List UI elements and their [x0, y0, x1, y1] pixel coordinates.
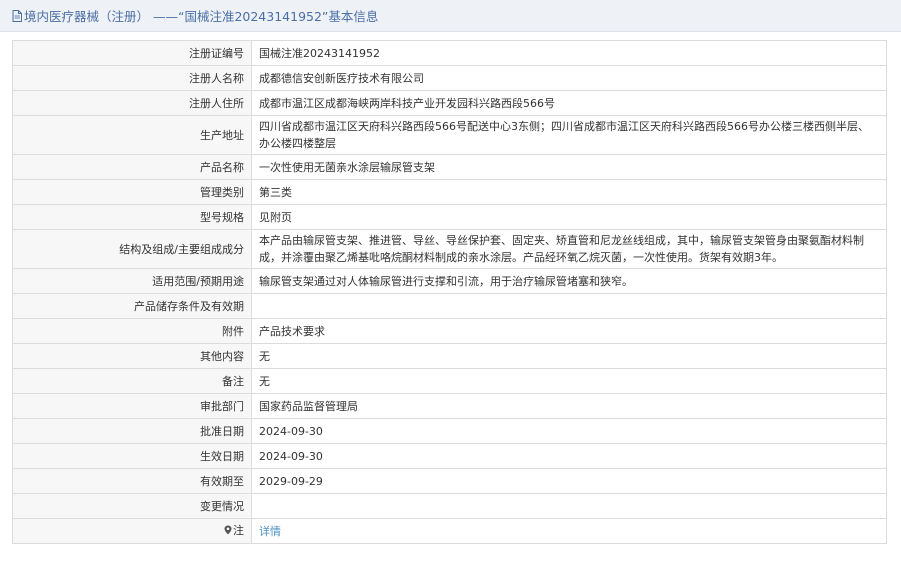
row-value: 输尿管支架通过对人体输尿管进行支撑和引流，用于治疗输尿管堵塞和狭窄。	[251, 268, 887, 294]
row-value: 见附页	[251, 204, 887, 230]
row-label: 变更情况	[12, 493, 252, 519]
table-row: 产品储存条件及有效期	[12, 293, 887, 319]
row-value: 四川省成都市温江区天府科兴路西段566号配送中心3东侧；四川省成都市温江区天府科…	[251, 115, 887, 155]
row-label: 有效期至	[12, 468, 252, 494]
table-row: 注册人住所 成都市温江区成都海峡两岸科技产业开发园科兴路西段566号	[12, 90, 887, 116]
row-value: 本产品由输尿管支架、推进管、导丝、导丝保护套、固定夹、矫直管和尼龙丝线组成，其中…	[251, 229, 887, 269]
table-row: 注册人名称 成都德信安创新医疗技术有限公司	[12, 65, 887, 91]
note-label: 注	[233, 524, 244, 537]
pin-icon	[224, 523, 232, 540]
row-label: 适用范围/预期用途	[12, 268, 252, 294]
row-value	[251, 293, 887, 319]
row-value: 无	[251, 368, 887, 394]
note-row: 注 详情	[12, 518, 887, 544]
row-value: 成都市温江区成都海峡两岸科技产业开发园科兴路西段566号	[251, 90, 887, 116]
row-value	[251, 493, 887, 519]
note-value-cell: 详情	[251, 518, 887, 544]
row-value: 一次性使用无菌亲水涂层输尿管支架	[251, 154, 887, 180]
details-link[interactable]: 详情	[259, 525, 281, 538]
row-label: 审批部门	[12, 393, 252, 419]
table-row: 变更情况	[12, 493, 887, 519]
table-row: 适用范围/预期用途 输尿管支架通过对人体输尿管进行支撑和引流，用于治疗输尿管堵塞…	[12, 268, 887, 294]
row-value: 国家药品监督管理局	[251, 393, 887, 419]
row-label: 其他内容	[12, 343, 252, 369]
page-header: 境内医疗器械（注册） ——“国械注准20243141952”基本信息	[0, 0, 901, 32]
detail-content: 注册证编号 国械注准20243141952 注册人名称 成都德信安创新医疗技术有…	[0, 32, 901, 544]
document-icon	[12, 9, 22, 22]
row-label: 注册人名称	[12, 65, 252, 91]
detail-table: 注册证编号 国械注准20243141952 注册人名称 成都德信安创新医疗技术有…	[12, 40, 887, 544]
table-row: 型号规格 见附页	[12, 204, 887, 230]
row-value: 第三类	[251, 179, 887, 205]
row-label: 批准日期	[12, 418, 252, 444]
table-row: 产品名称 一次性使用无菌亲水涂层输尿管支架	[12, 154, 887, 180]
row-value: 2029-09-29	[251, 468, 887, 494]
row-label: 注册人住所	[12, 90, 252, 116]
table-row: 其他内容 无	[12, 343, 887, 369]
row-label: 备注	[12, 368, 252, 394]
row-value: 2024-09-30	[251, 418, 887, 444]
row-value: 2024-09-30	[251, 443, 887, 469]
table-row: 注册证编号 国械注准20243141952	[12, 40, 887, 66]
table-row: 生效日期 2024-09-30	[12, 443, 887, 469]
row-label: 生效日期	[12, 443, 252, 469]
row-label: 生产地址	[12, 115, 252, 155]
table-row: 备注 无	[12, 368, 887, 394]
row-label: 产品储存条件及有效期	[12, 293, 252, 319]
row-label: 管理类别	[12, 179, 252, 205]
row-value: 无	[251, 343, 887, 369]
row-label: 型号规格	[12, 204, 252, 230]
table-row: 有效期至 2029-09-29	[12, 468, 887, 494]
page-title: 境内医疗器械（注册） ——“国械注准20243141952”基本信息	[24, 9, 379, 24]
note-label-cell: 注	[12, 518, 252, 544]
table-row: 批准日期 2024-09-30	[12, 418, 887, 444]
table-row: 管理类别 第三类	[12, 179, 887, 205]
table-row: 审批部门 国家药品监督管理局	[12, 393, 887, 419]
row-label: 结构及组成/主要组成成分	[12, 229, 252, 269]
row-label: 产品名称	[12, 154, 252, 180]
row-value: 成都德信安创新医疗技术有限公司	[251, 65, 887, 91]
row-label: 附件	[12, 318, 252, 344]
table-row: 附件 产品技术要求	[12, 318, 887, 344]
row-label: 注册证编号	[12, 40, 252, 66]
row-value: 产品技术要求	[251, 318, 887, 344]
table-row: 生产地址 四川省成都市温江区天府科兴路西段566号配送中心3东侧；四川省成都市温…	[12, 115, 887, 155]
row-value: 国械注准20243141952	[251, 40, 887, 66]
table-row: 结构及组成/主要组成成分 本产品由输尿管支架、推进管、导丝、导丝保护套、固定夹、…	[12, 229, 887, 269]
